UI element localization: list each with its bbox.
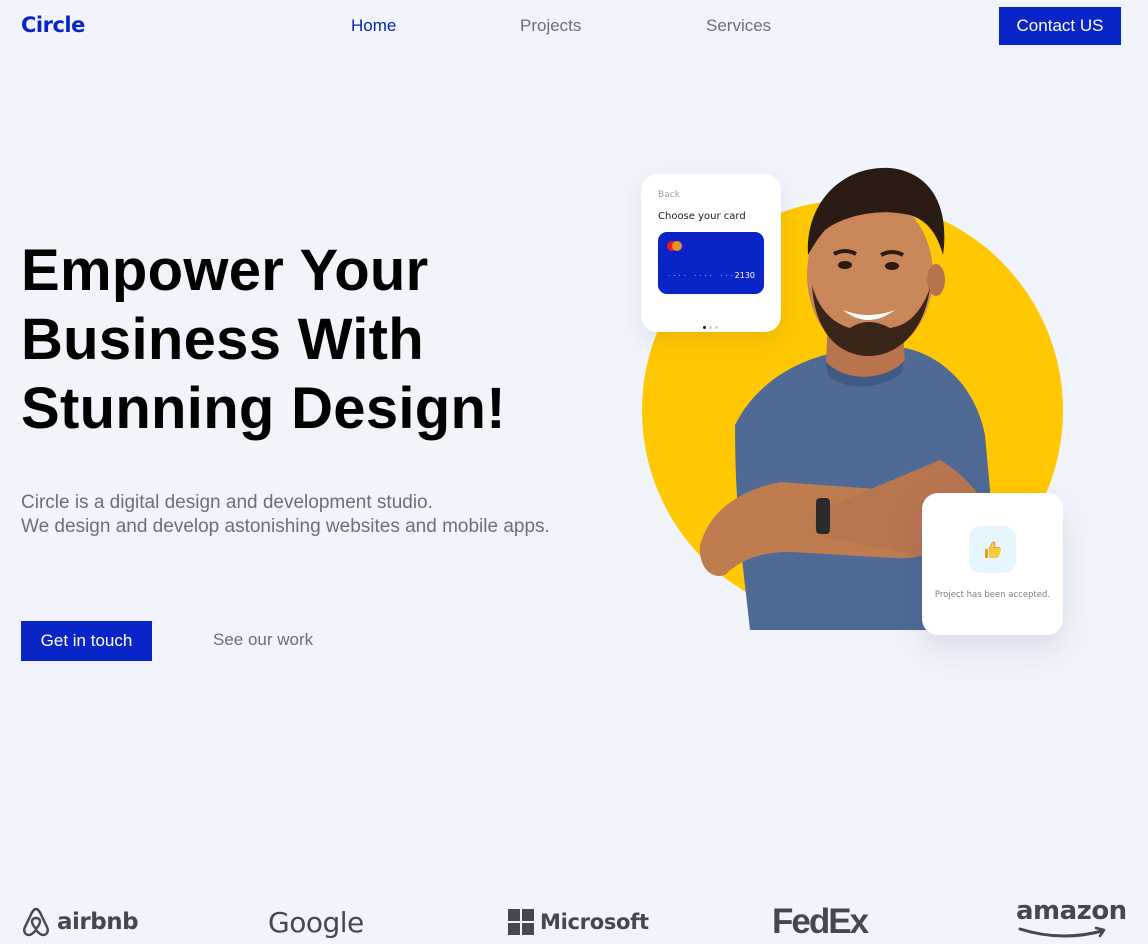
amazon-logo: amazon	[1016, 896, 1127, 940]
hero-title: Empower Your Business With Stunning Desi…	[21, 236, 581, 443]
nav-services[interactable]: Services	[706, 16, 771, 36]
card-last-digits: 2130	[734, 271, 755, 280]
hero-description-line: Circle is a digital design and developme…	[21, 492, 433, 513]
nav-projects[interactable]: Projects	[520, 16, 581, 36]
microsoft-logo: Microsoft	[508, 900, 649, 944]
landing-page: Circle Home Projects Services Contact US…	[0, 0, 1148, 944]
fedex-logo: FedEx	[772, 900, 869, 944]
hero-title-line: Business With	[21, 307, 424, 372]
project-accepted-widget: Project has been accepted.	[922, 493, 1063, 635]
brand-name: Microsoft	[540, 910, 649, 934]
contact-us-button[interactable]: Contact US	[999, 7, 1121, 45]
airbnb-logo: airbnb	[21, 900, 139, 944]
pager-dot[interactable]	[703, 326, 706, 329]
nav-home[interactable]: Home	[351, 16, 396, 36]
get-in-touch-button[interactable]: Get in touch	[21, 621, 152, 661]
card-pager	[703, 316, 721, 334]
brand-name: Google	[268, 905, 364, 939]
google-logo: Google	[268, 900, 364, 944]
brand-name: amazon	[1016, 896, 1127, 926]
pager-dot[interactable]	[709, 326, 712, 329]
airbnb-icon	[23, 907, 49, 937]
brand-name: airbnb	[57, 909, 139, 935]
microsoft-icon	[508, 909, 534, 935]
main-nav: Home Projects Services	[0, 16, 1148, 36]
brand-name: FedEx	[772, 902, 869, 941]
choose-card-widget: Back Choose your card ···· ···· ···· 213…	[641, 174, 781, 332]
accepted-message: Project has been accepted.	[934, 590, 1051, 600]
amazon-smile-icon	[1018, 926, 1106, 938]
card-number-mask: ···· ···· ····	[667, 272, 741, 280]
back-link[interactable]: Back	[658, 190, 680, 200]
card-widget-title: Choose your card	[658, 211, 746, 222]
hero-title-line: Empower Your	[21, 238, 429, 303]
hero-description: Circle is a digital design and developme…	[21, 491, 561, 538]
pager-dot[interactable]	[715, 326, 718, 329]
hero-description-line: We design and develop astonishing websit…	[21, 515, 550, 537]
thumbs-up-badge	[969, 526, 1016, 573]
thumbs-up-icon	[984, 541, 1001, 558]
see-our-work-link[interactable]: See our work	[213, 630, 313, 650]
mastercard-icon	[672, 241, 682, 251]
hero-title-line: Stunning Design!	[21, 376, 506, 441]
credit-card[interactable]: ···· ···· ···· 2130	[658, 232, 764, 294]
